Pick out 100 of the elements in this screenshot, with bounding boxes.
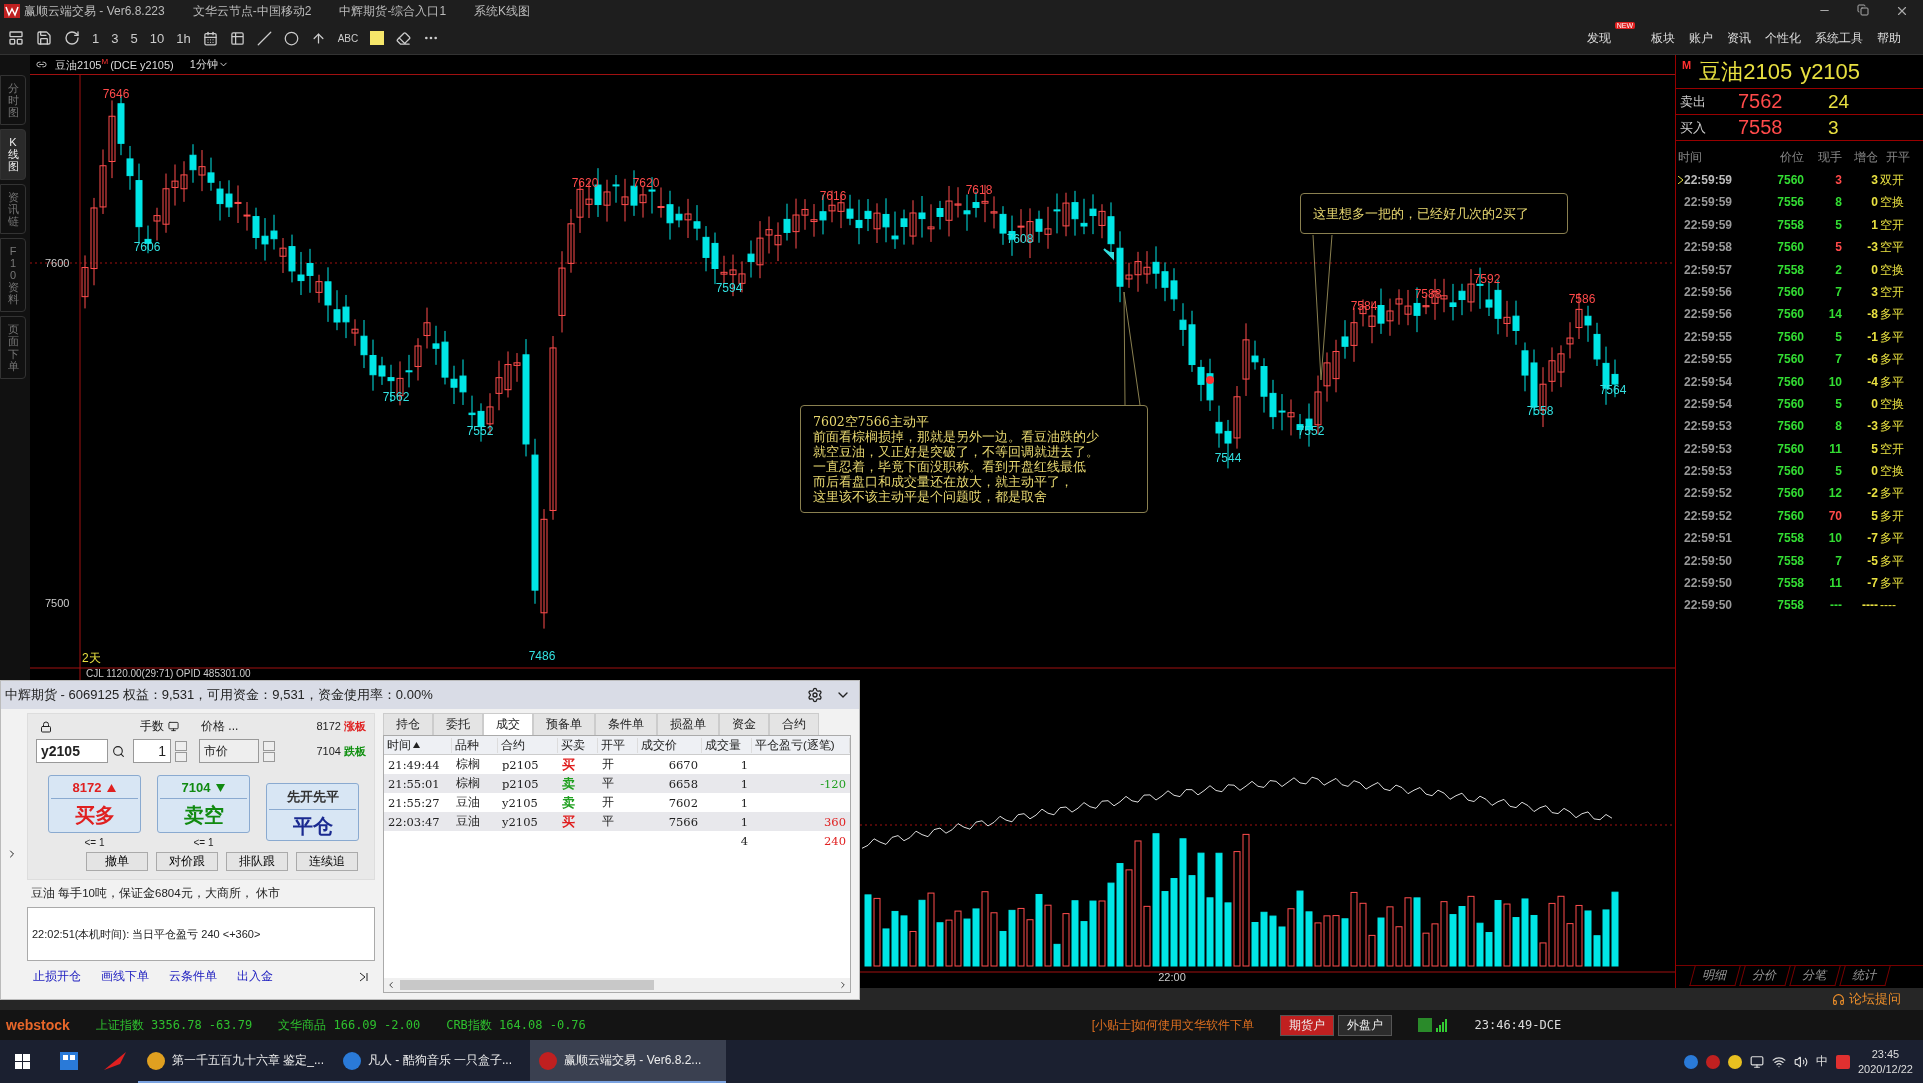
quick-order-button[interactable]: 连续追 xyxy=(296,852,358,871)
tick-type: 双开 xyxy=(1880,172,1905,189)
taskbar-button[interactable]: 第一千五百九十六章 鉴定_... xyxy=(138,1040,334,1083)
order-link[interactable]: 云条件单 xyxy=(169,968,217,985)
quote-price: 7562 xyxy=(1738,90,1784,113)
order-tab[interactable]: 委托 xyxy=(433,713,483,735)
taskbar-button[interactable]: 赢顺云端交易 - Ver6.8.2... xyxy=(530,1040,726,1083)
quick-order-button[interactable]: 对价跟 xyxy=(156,852,218,871)
tick-volume: 5 xyxy=(1834,463,1842,481)
table-cell-text: 1 xyxy=(739,795,749,810)
account-button[interactable]: 外盘户 xyxy=(1338,1014,1393,1036)
quote-size: 24 xyxy=(1828,90,1850,113)
tick-oi-change: 3 xyxy=(1870,283,1878,301)
text-tool-button[interactable]: ABC xyxy=(337,32,359,44)
order-tab[interactable]: 损盈单 xyxy=(657,713,719,735)
tick-type: 空换 xyxy=(1880,194,1905,212)
tick-price: 7560 xyxy=(1776,395,1804,413)
column-header[interactable]: 成交价 xyxy=(638,737,702,753)
tick-price: 7560 xyxy=(1776,239,1804,257)
order-tab[interactable]: 资金 xyxy=(719,713,769,735)
period-button[interactable]: 1 xyxy=(92,30,100,46)
order-button[interactable]: 先开先平 平仓 xyxy=(266,782,359,841)
period-dropdown[interactable]: 1分钟 xyxy=(189,57,229,72)
quick-order-button[interactable]: 撤单 xyxy=(86,852,148,871)
order-link[interactable]: 画线下单 xyxy=(101,968,149,985)
tick-volume: 7 xyxy=(1834,351,1842,369)
tick-oi-change: 0 xyxy=(1870,395,1878,413)
tick-price: 7558 xyxy=(1776,530,1804,548)
tick-time: 22:59:53 xyxy=(1683,418,1734,436)
column-header[interactable]: 品种 xyxy=(452,737,498,753)
side-tab[interactable]: 分时图 xyxy=(0,75,26,126)
menu-item[interactable]: 资讯 xyxy=(1727,29,1751,47)
forum-link[interactable]: 论坛提问 xyxy=(1832,990,1901,1008)
column-header: 价位 xyxy=(1779,149,1804,166)
menu-item[interactable]: 板块 xyxy=(1651,29,1675,47)
symbol-input[interactable]: y2105 xyxy=(36,739,108,763)
table-cell-text: y2105 xyxy=(501,814,539,829)
tick-type: 多平 xyxy=(1880,485,1905,503)
price-label: 7616 xyxy=(819,189,847,203)
side-tab[interactable]: 页面下单 xyxy=(0,316,26,379)
order-tab[interactable]: 条件单 xyxy=(595,713,657,735)
price-select[interactable]: 市价 xyxy=(199,739,259,763)
price-label: 7618 xyxy=(965,183,993,197)
tip-link[interactable]: [小贴士]如何使用文华软件下单 xyxy=(1091,1016,1255,1034)
column-header[interactable]: 买卖 xyxy=(558,737,598,753)
period-button[interactable]: 5 xyxy=(130,30,138,46)
order-button[interactable]: 7104 卖空 xyxy=(157,775,250,833)
table-cell-text: 豆油 xyxy=(455,814,481,829)
column-header[interactable]: 成交量 xyxy=(702,737,752,753)
column-header[interactable]: 平仓盈亏(逐笔) xyxy=(752,737,850,753)
period-button[interactable]: 1h xyxy=(176,30,191,46)
menu-item[interactable]: 账户 xyxy=(1689,29,1713,47)
tick-volume: 11 xyxy=(1828,440,1842,458)
tick-type: 多平 xyxy=(1880,351,1905,369)
tick-type: 多平 xyxy=(1880,552,1905,570)
index-quote: CRB指数 164.08 -0.76 xyxy=(446,1016,586,1034)
column-header[interactable]: 开平 xyxy=(598,737,638,753)
table-cell-text: 买 xyxy=(561,755,576,774)
period-button[interactable]: 10 xyxy=(149,30,165,46)
tick-oi-change: 0 xyxy=(1870,463,1878,481)
tick-volume: 12 xyxy=(1827,485,1842,503)
period-button[interactable]: 3 xyxy=(111,30,119,46)
order-tab[interactable]: 成交 xyxy=(483,713,533,735)
tick-time: 22:59:50 xyxy=(1683,597,1734,615)
tick-time: 22:59:50 xyxy=(1683,552,1734,570)
side-tab[interactable]: F10资料 xyxy=(0,237,26,313)
tick-time: 22:59:59 xyxy=(1683,194,1734,212)
quantity-input[interactable]: 1 xyxy=(133,739,171,763)
tick-type: 空开 xyxy=(1880,283,1905,301)
tick-price: 7558 xyxy=(1776,552,1804,570)
table-cell-text: 平 xyxy=(601,776,615,791)
range-label: 2天 xyxy=(82,651,101,665)
order-limit-hint: <= 1 xyxy=(83,837,106,848)
tick-volume: 7 xyxy=(1834,283,1842,301)
quick-order-button[interactable]: 排队跟 xyxy=(226,852,288,871)
ime-indicator[interactable]: 中 xyxy=(1815,1053,1828,1070)
tick-oi-change: -8 xyxy=(1866,306,1878,324)
tick-type: 多平 xyxy=(1880,418,1905,436)
menu-item[interactable]: 个性化 xyxy=(1765,29,1801,47)
menu-item[interactable]: 系统工具 xyxy=(1815,29,1863,47)
side-tab[interactable]: 资讯链 xyxy=(0,183,26,234)
quote-label: 买入 xyxy=(1680,118,1707,137)
order-link[interactable]: 出入金 xyxy=(237,968,273,985)
order-link[interactable]: 止损开仓 xyxy=(33,968,81,985)
menu-item[interactable]: 帮助 xyxy=(1877,29,1901,47)
table-cell-text: 开 xyxy=(601,795,615,810)
tick-volume: 11 xyxy=(1828,575,1842,593)
tick-price: 7558 xyxy=(1776,261,1804,279)
side-tab[interactable]: K线图 xyxy=(0,129,26,180)
account-button[interactable]: 期货户 xyxy=(1280,1014,1335,1036)
column-header[interactable]: 时间 xyxy=(384,737,452,753)
table-cell-text: 买 xyxy=(561,812,576,831)
tick-type: 空换 xyxy=(1880,395,1905,413)
tick-price: 7560 xyxy=(1776,418,1804,436)
order-tab[interactable]: 预备单 xyxy=(533,713,595,735)
order-tab[interactable]: 持仓 xyxy=(383,713,433,735)
column-header[interactable]: 合约 xyxy=(498,737,558,753)
order-tab[interactable]: 合约 xyxy=(769,713,819,735)
quote-size: 3 xyxy=(1828,116,1839,139)
order-button[interactable]: 8172 买多 xyxy=(48,775,141,833)
